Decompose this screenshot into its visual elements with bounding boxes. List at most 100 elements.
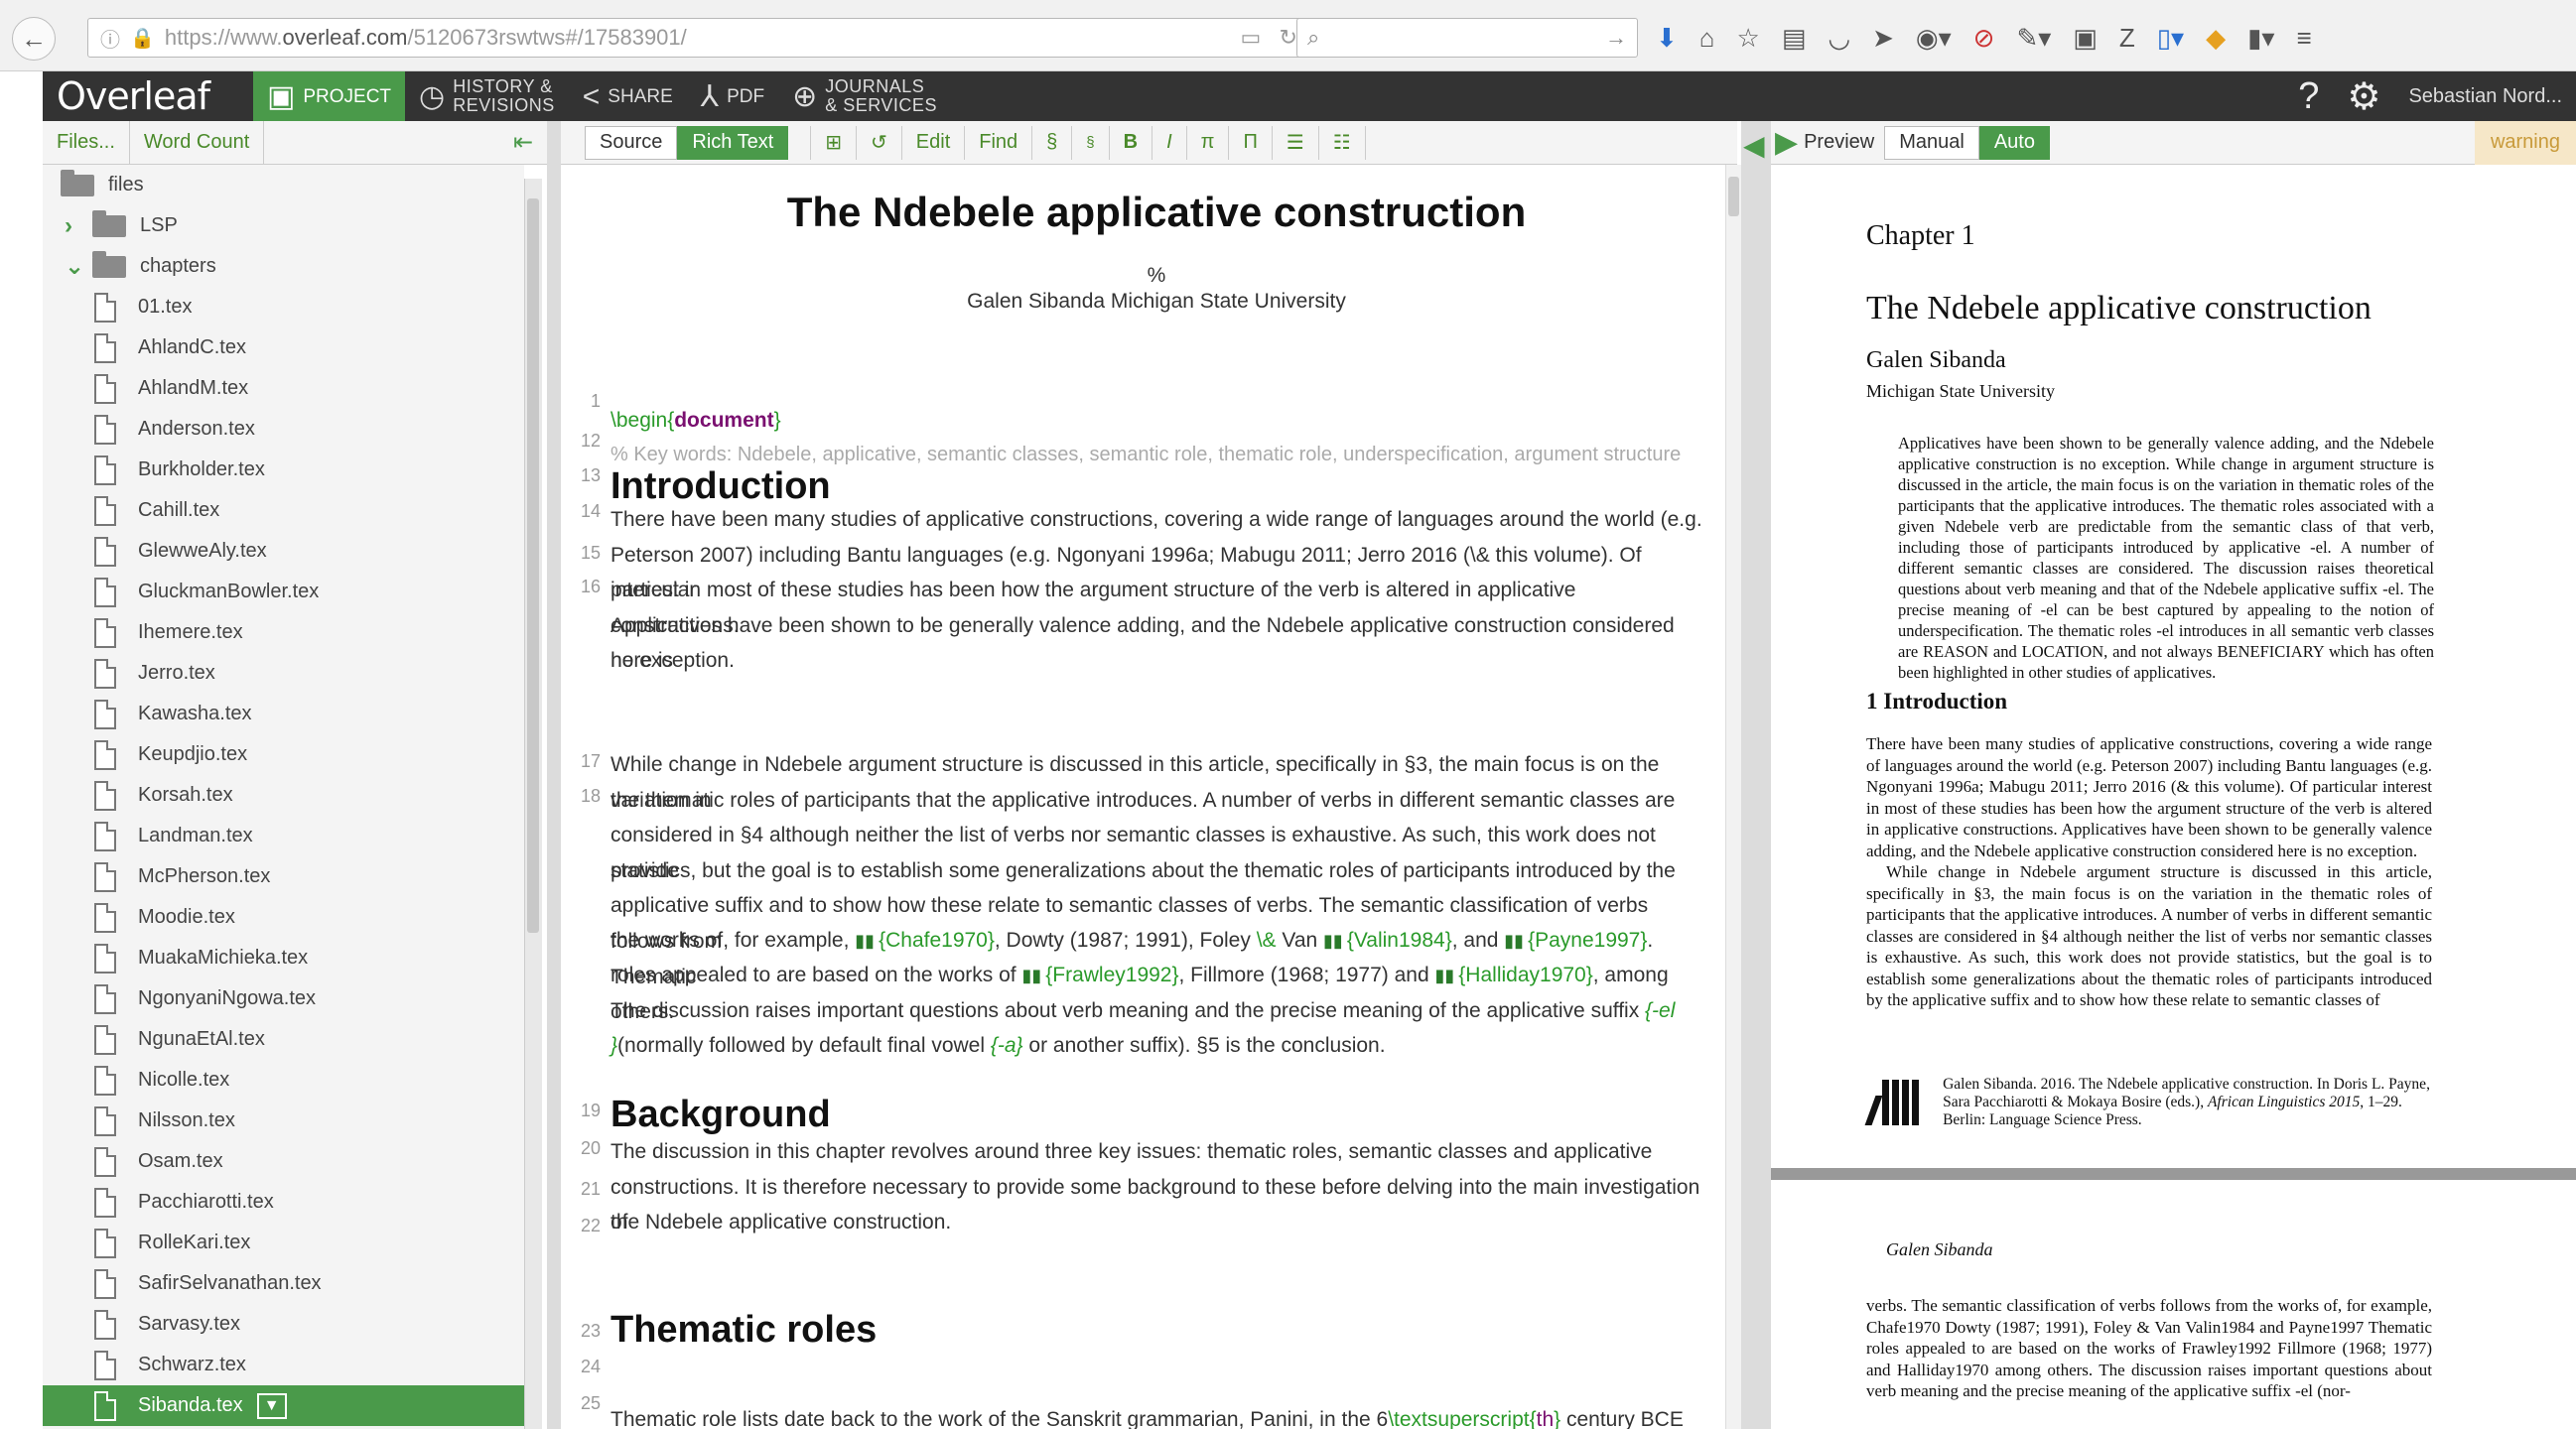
- tree-file[interactable]: Kawasha.tex: [43, 694, 524, 734]
- section-thematic-roles[interactable]: Thematic roles: [610, 1311, 1707, 1348]
- panel-divider[interactable]: [547, 121, 561, 1429]
- tree-file[interactable]: McPherson.tex: [43, 856, 524, 897]
- citation-chafe[interactable]: ▮▮ {Chafe1970}: [855, 929, 995, 952]
- project-button[interactable]: ▣ PROJECT: [253, 71, 406, 121]
- adblock-icon[interactable]: ◉▾: [1916, 23, 1952, 54]
- manual-compile-button[interactable]: Manual: [1884, 125, 1979, 160]
- tree-file[interactable]: Nilsson.tex: [43, 1101, 524, 1141]
- editor-text-line[interactable]: the thematic roles of participants that …: [610, 783, 1707, 819]
- scrollbar-thumb[interactable]: [1728, 177, 1739, 216]
- pdf-button[interactable]: ⅄ PDF: [687, 71, 778, 121]
- edit-extension-icon[interactable]: ✎▾: [2016, 23, 2051, 54]
- tree-file[interactable]: SafirSelvanathan.tex: [43, 1263, 524, 1304]
- tree-file[interactable]: AhlandC.tex: [43, 327, 524, 368]
- tree-file[interactable]: Landman.tex: [43, 816, 524, 856]
- find-button[interactable]: Find: [965, 125, 1033, 160]
- tree-file[interactable]: Keupdjio.tex: [43, 734, 524, 775]
- info-icon[interactable]: ⓘ: [100, 24, 120, 53]
- paragraph-26[interactable]: Thematic role lists date back to the wor…: [610, 1402, 1707, 1429]
- p18-line-9[interactable]: }(normally followed by default final vow…: [610, 1028, 1707, 1064]
- pdf-preview[interactable]: Chapter 1 The Ndebele applicative constr…: [1771, 165, 2576, 1429]
- editor-text-line[interactable]: There have been many studies of applicat…: [610, 502, 1707, 538]
- pocket-icon[interactable]: ◡: [1828, 23, 1850, 54]
- warning-badge[interactable]: warning: [2474, 120, 2576, 165]
- tree-file[interactable]: Nicolle.tex: [43, 1060, 524, 1101]
- citation-frawley[interactable]: ▮▮ {Frawley1992}: [1021, 964, 1178, 986]
- tree-file[interactable]: Schwarz.tex: [43, 1345, 524, 1385]
- italic-button[interactable]: I: [1152, 125, 1187, 160]
- inline-math-button[interactable]: π: [1187, 125, 1230, 160]
- tree-file[interactable]: Sarvasy.tex: [43, 1304, 524, 1345]
- tree-file[interactable]: AhlandM.tex: [43, 368, 524, 409]
- gear-icon[interactable]: ⚙: [2347, 74, 2380, 119]
- editor-text-line[interactable]: the Ndebele applicative construction.: [610, 1205, 1707, 1240]
- citation-halliday[interactable]: ▮▮ {Halliday1970}: [1434, 964, 1592, 986]
- auto-compile-button[interactable]: Auto: [1978, 125, 2050, 160]
- overleaf-logo[interactable]: Overleaf: [43, 74, 253, 118]
- tree-file[interactable]: Burkholder.tex: [43, 450, 524, 490]
- send-icon[interactable]: ➤: [1872, 23, 1894, 54]
- color-icon[interactable]: ◆: [2206, 23, 2226, 54]
- tree-file[interactable]: GlewweAly.tex: [43, 531, 524, 572]
- compile-play-icon[interactable]: ▶: [1775, 125, 1798, 160]
- history-icon[interactable]: ↺: [857, 125, 902, 160]
- trash-icon[interactable]: ▮▾: [2247, 23, 2274, 54]
- tree-file[interactable]: Korsah.tex: [43, 775, 524, 816]
- begin-document-line[interactable]: \begin{document}: [610, 403, 1707, 439]
- preview-button[interactable]: Preview: [1804, 131, 1874, 154]
- editor-preview-divider[interactable]: ◀: [1741, 121, 1771, 1429]
- search-input[interactable]: ⌕ →: [1296, 18, 1638, 58]
- subsection-button[interactable]: §: [1072, 125, 1110, 160]
- tree-file[interactable]: Anderson.tex: [43, 409, 524, 450]
- word-count-button[interactable]: Word Count: [130, 120, 265, 165]
- tree-file[interactable]: NgunaEtAl.tex: [43, 1019, 524, 1060]
- history-button[interactable]: ◷ HISTORY & REVISIONS: [405, 71, 569, 121]
- tree-folder[interactable]: › LSP: [43, 205, 524, 246]
- section-background[interactable]: Background: [610, 1096, 1707, 1132]
- help-icon[interactable]: ?: [2298, 75, 2319, 118]
- editor-text-line[interactable]: statistics, but the goal is to establish…: [610, 853, 1707, 889]
- screenshot-icon[interactable]: ▣: [2073, 23, 2098, 54]
- collapse-left-icon[interactable]: ◀: [1743, 129, 1765, 162]
- tree-file[interactable]: Cahill.tex: [43, 490, 524, 531]
- user-name[interactable]: Sebastian Nord...: [2408, 85, 2562, 108]
- tree-file[interactable]: Pacchiarotti.tex: [43, 1182, 524, 1223]
- bookmark-star-icon[interactable]: ☆: [1737, 23, 1760, 54]
- file-menu-dropdown-icon[interactable]: ▼: [256, 1392, 287, 1419]
- download-icon[interactable]: ⬇: [1656, 23, 1678, 54]
- insert-figure-icon[interactable]: ⊞: [810, 125, 858, 160]
- section-introduction[interactable]: Introduction: [610, 467, 1707, 504]
- source-mode-button[interactable]: Source: [585, 125, 678, 160]
- edit-button[interactable]: Edit: [902, 125, 966, 160]
- go-arrow-icon[interactable]: →: [1605, 25, 1627, 51]
- url-bar[interactable]: ⓘ 🔒 https://www. overleaf.com/5120673rswt…: [87, 18, 1310, 58]
- zotero-icon[interactable]: Z: [2119, 23, 2135, 54]
- tree-file[interactable]: MuakaMichieka.tex: [43, 938, 524, 978]
- tree-file[interactable]: Sibanda.tex ▼: [43, 1385, 524, 1426]
- reader-reload-icons[interactable]: ▭ ↻: [1240, 25, 1297, 51]
- document-icon[interactable]: ▯▾: [2157, 23, 2184, 54]
- tree-file[interactable]: Osam.tex: [43, 1141, 524, 1182]
- menu-icon[interactable]: ≡: [2296, 23, 2311, 54]
- back-arrow-icon[interactable]: ←: [12, 17, 56, 61]
- rich-text-mode-button[interactable]: Rich Text: [677, 125, 789, 160]
- tree-file[interactable]: 01.tex: [43, 287, 524, 327]
- editor-text-line[interactable]: The discussion in this chapter revolves …: [610, 1134, 1707, 1170]
- chevron-icon[interactable]: ›: [65, 212, 86, 240]
- tree-folder[interactable]: files: [43, 165, 524, 205]
- share-button[interactable]: < SHARE: [569, 71, 687, 121]
- display-math-button[interactable]: Π: [1229, 125, 1273, 160]
- bold-button[interactable]: B: [1110, 125, 1153, 160]
- p18-line-8[interactable]: The discussion raises important question…: [610, 993, 1707, 1029]
- tree-file[interactable]: RolleKari.tex: [43, 1223, 524, 1263]
- section-button[interactable]: §: [1032, 125, 1073, 160]
- chevron-icon[interactable]: ⌄: [65, 252, 86, 281]
- clipboard-icon[interactable]: ▤: [1782, 23, 1807, 54]
- citation-payne[interactable]: ▮▮ {Payne1997}: [1504, 929, 1647, 952]
- scrollbar-thumb[interactable]: [527, 198, 539, 933]
- bullet-list-icon[interactable]: ☷: [1319, 125, 1366, 160]
- files-button[interactable]: Files...: [43, 120, 130, 165]
- journals-button[interactable]: ⊕ JOURNALS & SERVICES: [778, 71, 951, 121]
- editor-scrollbar[interactable]: [1725, 165, 1741, 1429]
- home-icon[interactable]: ⌂: [1699, 23, 1715, 54]
